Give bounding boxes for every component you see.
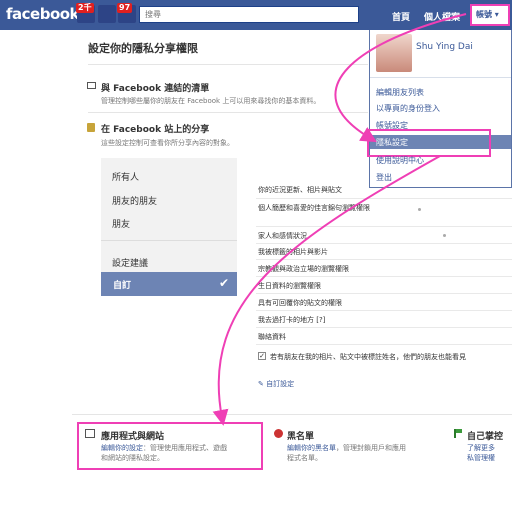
arrow-to-apps [212, 155, 441, 426]
annotation-arrows [212, 13, 467, 426]
arrow-to-privacy [334, 13, 467, 143]
